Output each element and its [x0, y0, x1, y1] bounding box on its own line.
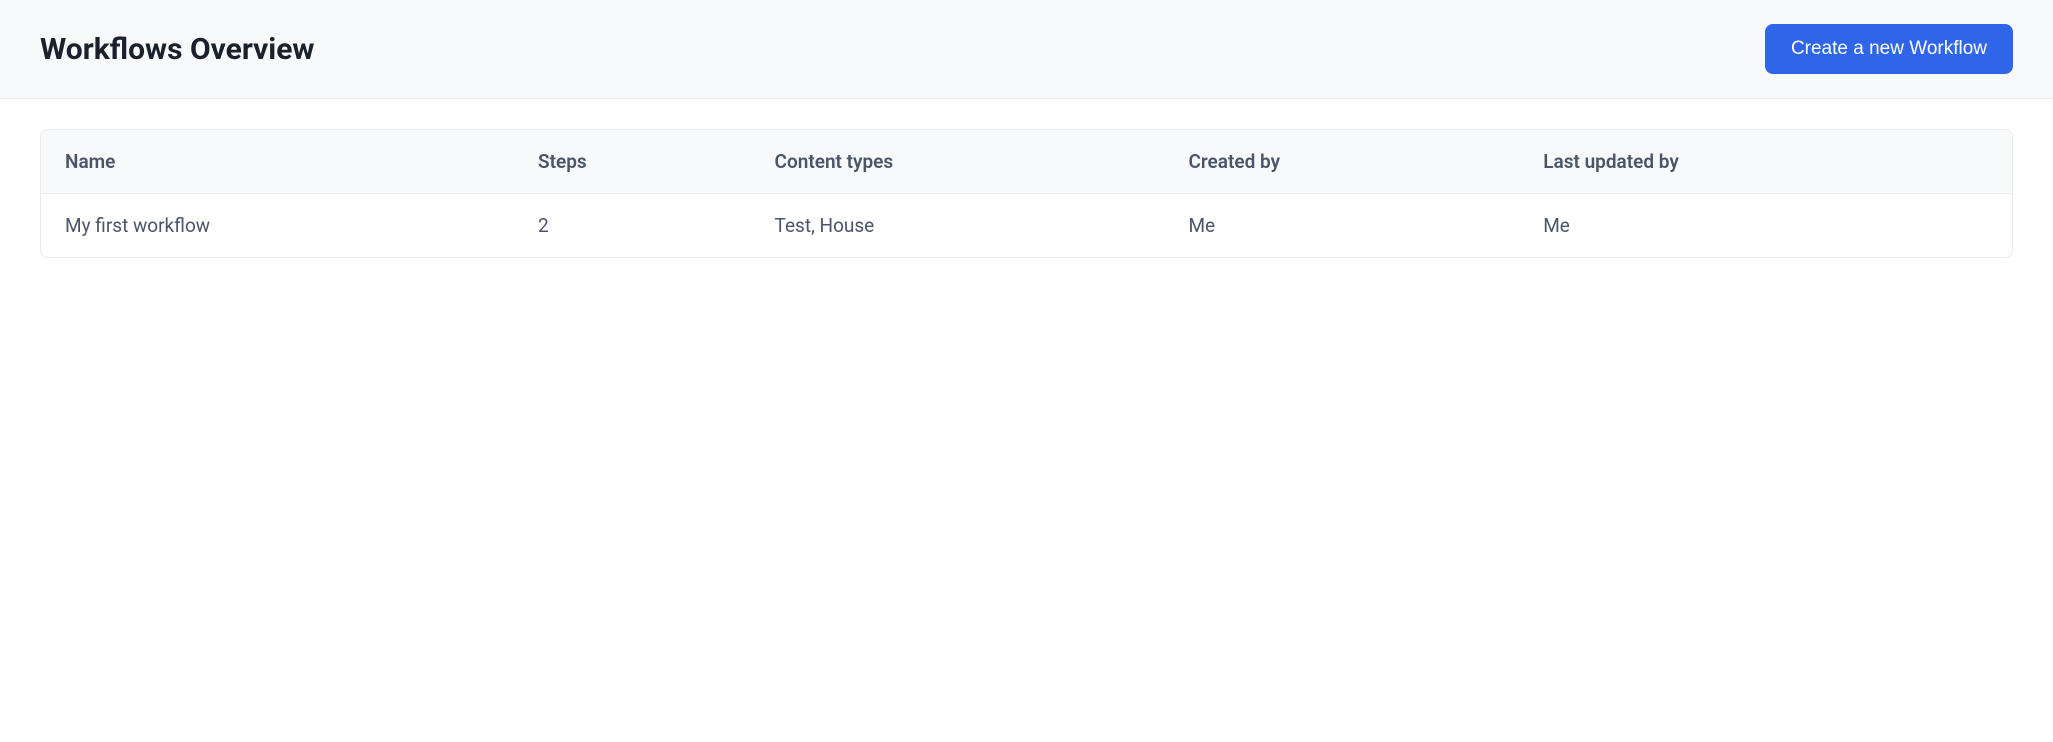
- cell-steps: 2: [514, 194, 751, 258]
- table-row[interactable]: My first workflow 2 Test, House Me Me: [41, 194, 2012, 258]
- page-header: Workflows Overview Create a new Workflow: [0, 0, 2053, 99]
- cell-last-updated-by: Me: [1519, 194, 2012, 258]
- column-header-content-types: Content types: [751, 130, 1165, 194]
- workflows-table: Name Steps Content types Created by Last…: [41, 130, 2012, 257]
- cell-content-types: Test, House: [751, 194, 1165, 258]
- page-title: Workflows Overview: [40, 32, 314, 67]
- cell-name: My first workflow: [41, 194, 514, 258]
- column-header-steps: Steps: [514, 130, 751, 194]
- create-workflow-button[interactable]: Create a new Workflow: [1765, 24, 2013, 74]
- cell-created-by: Me: [1164, 194, 1519, 258]
- workflows-table-container: Name Steps Content types Created by Last…: [40, 129, 2013, 258]
- table-header-row: Name Steps Content types Created by Last…: [41, 130, 2012, 194]
- column-header-last-updated-by: Last updated by: [1519, 130, 2012, 194]
- column-header-created-by: Created by: [1164, 130, 1519, 194]
- page-content: Name Steps Content types Created by Last…: [0, 99, 2053, 288]
- column-header-name: Name: [41, 130, 514, 194]
